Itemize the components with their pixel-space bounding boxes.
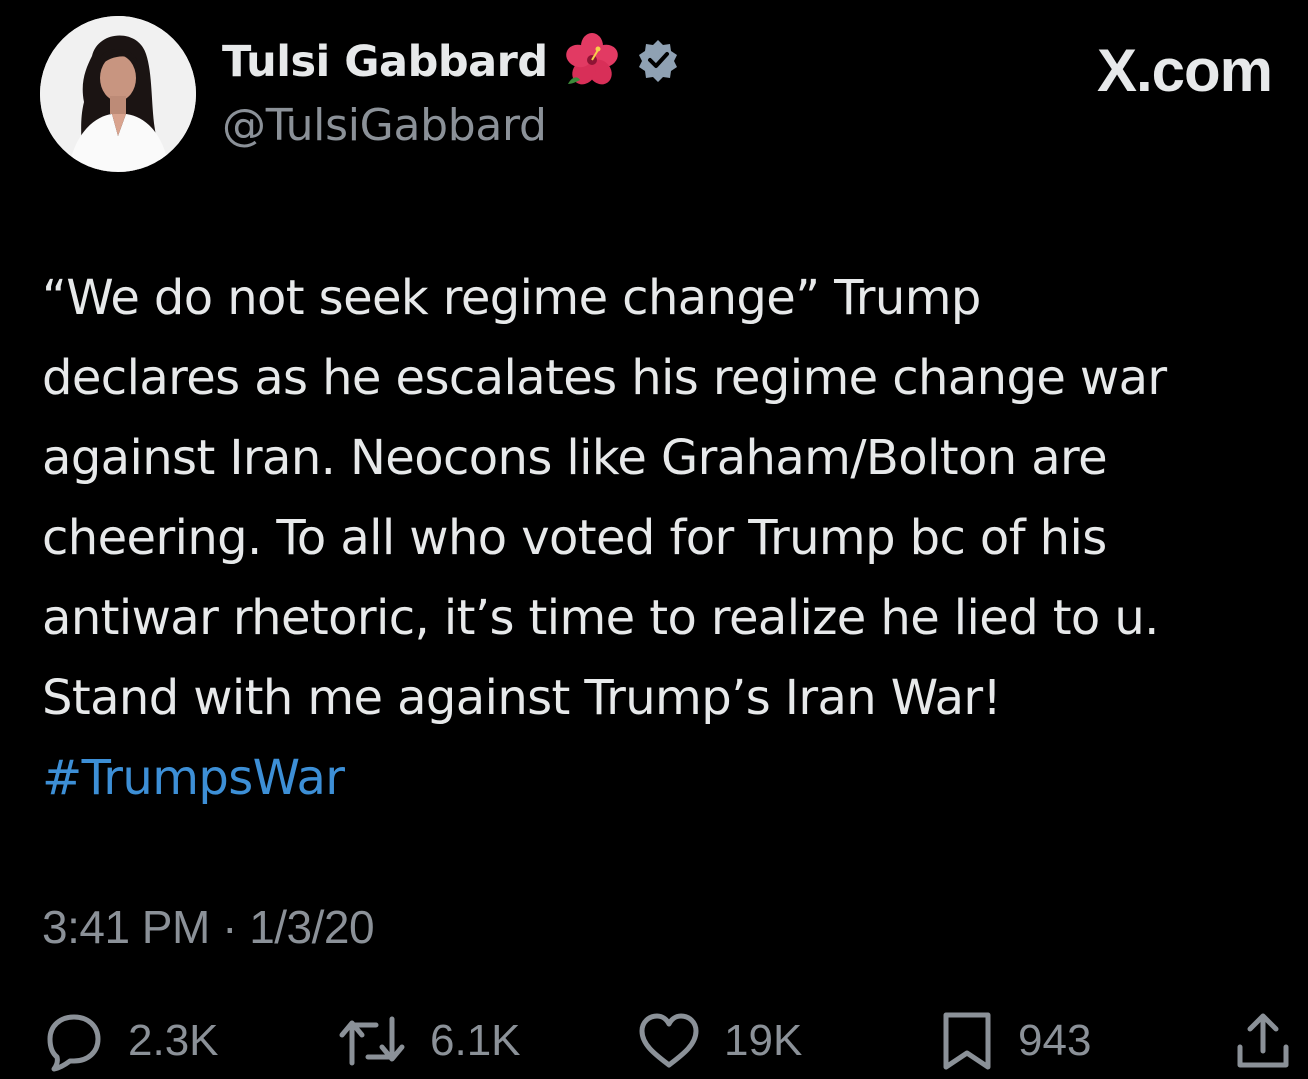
tweet-timestamp[interactable]: 3:41 PM · 1/3/20 bbox=[42, 900, 375, 954]
tweet-text-line: Stand with me against Trump’s Iran War! bbox=[42, 670, 1002, 726]
tweet-text-line: “We do not seek regime change” Trump bbox=[42, 270, 981, 326]
repost-count: 6.1K bbox=[430, 1016, 521, 1065]
author-name-row: Tulsi Gabbard bbox=[222, 32, 680, 92]
reply-icon bbox=[42, 1009, 106, 1073]
bookmark-button[interactable]: 943 bbox=[938, 1006, 1091, 1076]
action-bar: 2.3K 6.1K 19K 943 bbox=[0, 1006, 1308, 1076]
author-display-name[interactable]: Tulsi Gabbard bbox=[222, 37, 548, 87]
share-icon bbox=[1234, 1009, 1292, 1073]
avatar-image bbox=[40, 16, 196, 172]
bookmark-icon bbox=[938, 1009, 996, 1073]
verified-badge-icon bbox=[636, 38, 680, 86]
hibiscus-icon bbox=[562, 30, 622, 94]
tweet-text-line: against Iran. Neocons like Graham/Bolton… bbox=[42, 430, 1108, 486]
reply-count: 2.3K bbox=[128, 1016, 219, 1065]
tweet-text: “We do not seek regime change” Trump dec… bbox=[42, 258, 1292, 818]
like-count: 19K bbox=[724, 1016, 803, 1065]
repost-icon bbox=[336, 1009, 408, 1073]
bookmark-count: 943 bbox=[1018, 1016, 1092, 1065]
avatar[interactable] bbox=[40, 16, 196, 172]
share-button[interactable] bbox=[1234, 1006, 1292, 1076]
tweet-text-line: antiwar rhetoric, it’s time to realize h… bbox=[42, 590, 1159, 646]
author-handle[interactable]: @TulsiGabbard bbox=[222, 100, 547, 151]
tweet-text-line: cheering. To all who voted for Trump bc … bbox=[42, 510, 1107, 566]
brand-watermark: X.com bbox=[1096, 37, 1273, 104]
tweet-text-line: declares as he escalates his regime chan… bbox=[42, 350, 1167, 406]
heart-icon bbox=[636, 1009, 702, 1073]
hashtag-link[interactable]: #TrumpsWar bbox=[42, 738, 1292, 818]
like-button[interactable]: 19K bbox=[636, 1006, 802, 1076]
reply-button[interactable]: 2.3K bbox=[42, 1006, 219, 1076]
tweet-card: Tulsi Gabbard @TulsiGabbard X.com “We do… bbox=[0, 0, 1308, 1079]
repost-button[interactable]: 6.1K bbox=[336, 1006, 521, 1076]
